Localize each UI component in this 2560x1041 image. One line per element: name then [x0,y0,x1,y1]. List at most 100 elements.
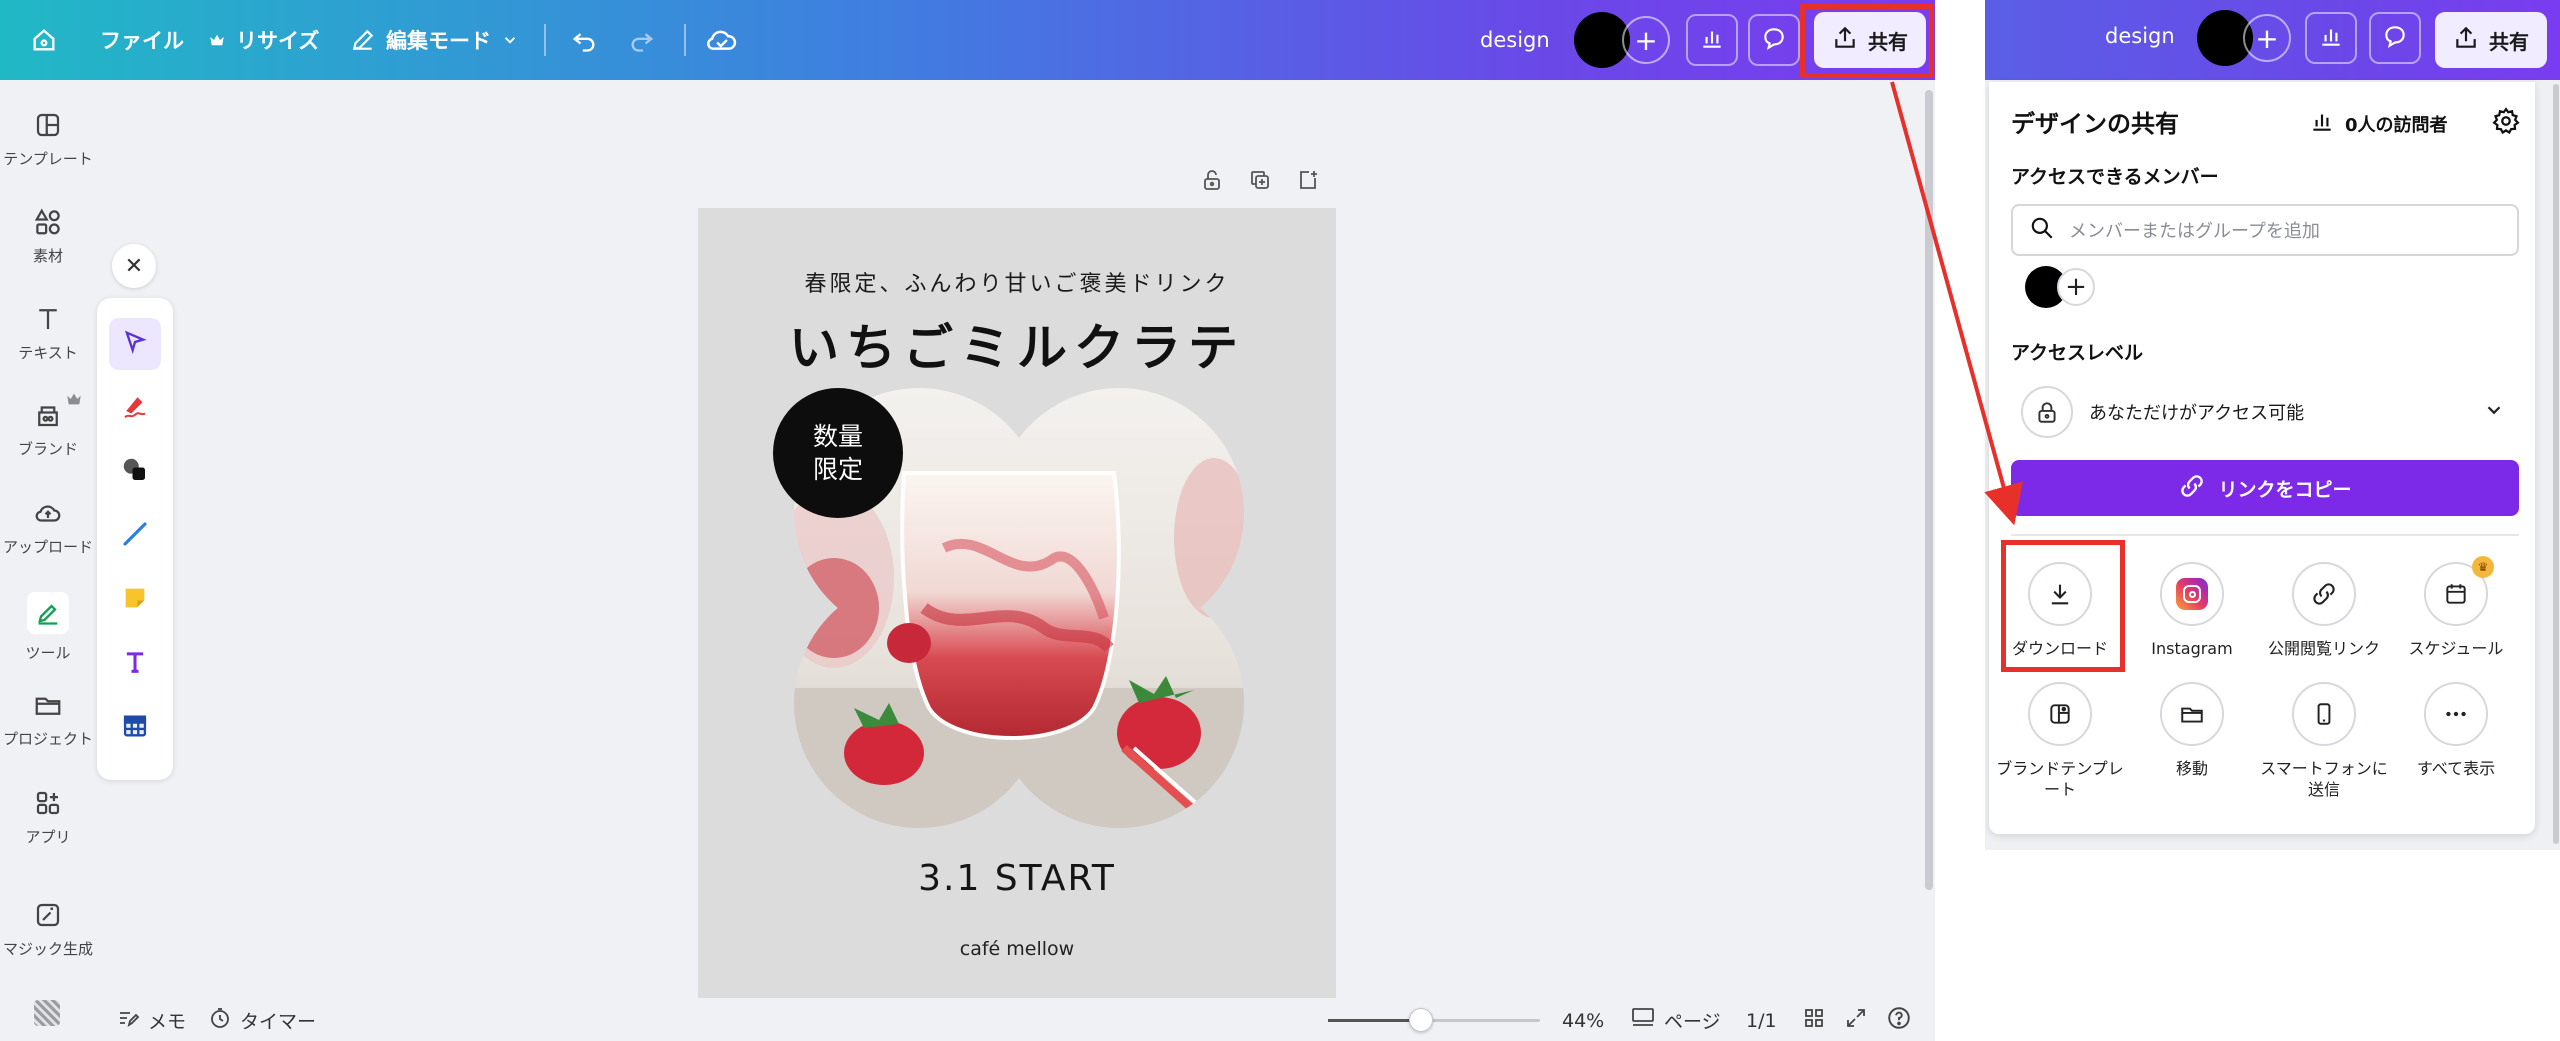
fullscreen-button[interactable] [1844,1000,1868,1041]
edit-mode-dropdown[interactable]: 編集モード [350,0,519,80]
share-panel: デザインの共有 0人の訪問者 アクセスできるメンバー メンバーまたはグループを追… [1989,82,2535,834]
badge-line-1: 数量 [812,422,863,451]
select-tool-button[interactable] [109,318,161,370]
help-button[interactable] [1886,1000,1912,1041]
poster-title[interactable]: いちごミルクラテ [698,308,1336,380]
design-title[interactable]: design [2105,24,2175,48]
option-show-all[interactable]: すべて表示 [2391,682,2521,779]
text-tool-button[interactable] [109,638,161,690]
file-menu[interactable]: ファイル [100,0,184,80]
calendar-icon: ♛ [2424,556,2494,626]
limited-badge[interactable]: 数量 限定 [773,388,903,518]
text-tool-icon [121,648,149,680]
sidebar-item-elements[interactable]: 素材 [0,207,96,266]
zoom-level[interactable]: 44% [1562,1000,1604,1041]
settings-button[interactable] [2491,106,2521,140]
sidebar-item-label: アップロード [2,538,93,556]
duplicate-page-button[interactable] [1248,168,1272,196]
notes-button[interactable]: メモ [116,1000,186,1041]
sidebar-item-templates[interactable]: テンプレート [0,110,96,169]
undo-button[interactable] [570,0,598,80]
option-label: スケジュール [2408,639,2504,658]
insights-button[interactable] [1686,14,1738,66]
table-tool-button[interactable] [109,702,161,754]
cloud-save-status[interactable] [706,0,738,80]
zoom-slider-fill [1328,1019,1421,1022]
share-panel-title: デザインの共有 [2011,110,2179,138]
sidebar-item-apps[interactable]: アプリ [0,788,96,847]
option-label: Instagram [2151,639,2233,658]
pen-tool-button[interactable] [109,382,161,434]
share-panel-divider [2011,534,2519,536]
copy-link-button[interactable]: リンクをコピー [2011,460,2519,516]
pages-button[interactable]: ページ [1630,1000,1721,1041]
page-count: 1/1 [1746,1000,1777,1041]
sidebar-item-label: 素材 [32,247,63,265]
editor-topbar: ファイル リサイズ 編集モード design + 共有 [0,0,1935,80]
sidebar-item-text[interactable]: テキスト [0,304,96,363]
brand-template-icon [2028,682,2092,746]
start-date-text[interactable]: 3.1 START [698,858,1336,899]
crown-icon: ♛ [2472,556,2494,578]
member-search-placeholder: メンバーまたはグループを追加 [2069,221,2320,242]
member-search-input[interactable]: メンバーまたはグループを追加 [2011,204,2519,256]
expand-icon [1844,1006,1868,1035]
sticky-note-tool-button[interactable] [109,574,161,626]
redo-icon [628,26,656,54]
design-canvas-page[interactable]: 春限定、ふんわり甘いご褒美ドリンク いちごミルクラテ 数量 限定 3.1 STA… [698,208,1336,998]
poster-subtitle[interactable]: 春限定、ふんわり甘いご褒美ドリンク [698,266,1336,298]
add-member-button[interactable]: + [2057,268,2095,306]
toolbar-divider [684,24,686,56]
option-brand-template[interactable]: ブランドテンプレート [1995,682,2125,800]
option-instagram[interactable]: Instagram [2127,562,2257,659]
sidebar-item-projects[interactable]: プロジェクト [0,690,96,749]
share-panel-scrollbar[interactable] [2553,84,2559,844]
sticky-note-icon [121,584,149,616]
close-palette-button[interactable]: ✕ [112,244,156,288]
notes-label: メモ [148,1011,187,1033]
home-button[interactable] [30,0,58,80]
design-name: design [1480,28,1550,52]
sidebar-item-tools[interactable]: ツール [0,592,96,663]
comments-button[interactable] [1748,14,1800,66]
grid-view-button[interactable] [1802,1000,1826,1041]
timer-button[interactable]: タイマー [208,1000,316,1041]
timer-icon [208,1006,232,1035]
share-button[interactable]: 共有 [2435,12,2547,68]
line-icon [120,519,150,553]
more-icon [2424,682,2488,746]
apps-icon [33,788,63,818]
resize-button[interactable]: リサイズ [208,0,319,80]
home-icon [30,26,58,54]
option-public-link[interactable]: 公開閲覧リンク [2259,562,2389,659]
lock-page-button[interactable] [1200,168,1224,196]
option-move[interactable]: 移動 [2127,682,2257,779]
shapes-tool-button[interactable] [109,446,161,498]
editor-window: ファイル リサイズ 編集モード design + 共有 テンプレート 素材 テキ… [0,0,1935,1041]
option-send-to-phone[interactable]: スマートフォンに送信 [2259,682,2389,800]
zoom-slider-thumb[interactable] [1409,1008,1433,1032]
share-window: design + 共有 デザインの共有 0人の訪問者 アクセスできるメンバー メ… [1985,0,2560,850]
access-level-dropdown[interactable]: あなただけがアクセス可能 [2011,380,2519,444]
pages-icon [1630,1006,1656,1035]
sidebar-item-magic[interactable]: マジック生成 [0,900,96,959]
sidebar-item-uploads[interactable]: アップロード [0,498,96,557]
plus-icon: + [1634,23,1658,57]
highlight-download-option [2001,540,2125,672]
redo-button[interactable] [628,0,656,80]
line-tool-button[interactable] [109,510,161,562]
sidebar-item-brand[interactable]: ブランド [0,393,96,459]
add-collaborator-button[interactable]: + [2243,14,2291,62]
insights-button[interactable] [2305,12,2357,64]
option-label: スマートフォンに送信 [2260,759,2388,799]
zoom-slider[interactable] [1328,1008,1540,1032]
option-schedule[interactable]: ♛ スケジュール [2391,556,2521,659]
canvas-scrollbar[interactable] [1925,90,1933,890]
comments-button[interactable] [2369,12,2421,64]
visitors-button[interactable]: 0人の訪問者 [2309,108,2448,139]
badge-line-2: 限定 [812,455,863,484]
cafe-brand-text[interactable]: café mellow [698,938,1336,960]
add-collaborator-button[interactable]: + [1622,16,1670,64]
add-page-button[interactable] [1296,168,1320,196]
design-title[interactable]: design [1480,0,1550,80]
